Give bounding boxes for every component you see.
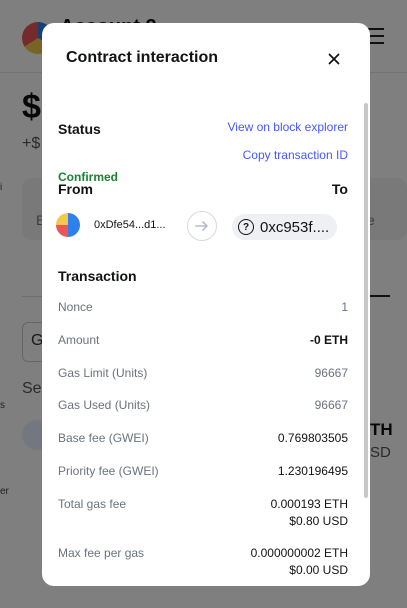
priority-fee-label: Priority fee (GWEI) <box>58 464 159 478</box>
arrow-right-icon <box>187 211 217 241</box>
to-label: To <box>331 181 348 197</box>
nonce-label: Nonce <box>58 300 93 314</box>
modal-content[interactable]: Status View on block explorer Confirmed … <box>42 93 362 586</box>
gas-used-label: Gas Used (Units) <box>58 398 151 412</box>
max-fee-label: Max fee per gas <box>58 546 145 560</box>
status-label: Status <box>58 121 101 137</box>
gas-used-value: 96667 <box>314 398 348 412</box>
max-fee-eth: 0.000000002 ETH <box>250 546 348 560</box>
copy-tx-id-link[interactable]: Copy transaction ID <box>243 148 348 162</box>
nonce-value: 1 <box>341 300 348 314</box>
view-explorer-link[interactable]: View on block explorer <box>227 120 348 134</box>
max-fee-value: 0.000000002 ETH $0.00 USD <box>251 545 348 579</box>
priority-fee-value: 1.230196495 <box>277 464 348 478</box>
from-address-text: 0xDfe54...d1... <box>94 219 166 231</box>
amount-label: Amount <box>58 333 100 347</box>
modal-header: Contract interaction <box>42 23 370 93</box>
scrollbar[interactable] <box>364 103 368 498</box>
base-fee-value: 0.769803505 <box>277 431 348 445</box>
total-gas-fee-value: 0.000193 ETH $0.80 USD <box>271 496 348 530</box>
total-gas-fee-eth: 0.000193 ETH <box>270 497 348 511</box>
amount-value: -0 ETH <box>309 333 348 347</box>
from-avatar <box>56 213 80 237</box>
max-fee-usd: $0.00 USD <box>289 563 348 577</box>
transaction-details-modal: Contract interaction Status View on bloc… <box>42 23 370 586</box>
to-address-text: 0xc953f.... <box>260 218 330 236</box>
modal-title: Contract interaction <box>66 49 219 66</box>
gas-limit-value: 96667 <box>314 366 348 380</box>
gas-limit-label: Gas Limit (Units) <box>58 366 148 380</box>
close-button[interactable] <box>324 49 344 69</box>
total-gas-fee-usd: $0.80 USD <box>289 514 348 528</box>
from-address[interactable]: 0xDfe54...d1... <box>56 213 166 237</box>
question-icon: ? <box>238 219 254 235</box>
total-gas-fee-label: Total gas fee <box>58 497 127 511</box>
from-label: From <box>58 181 93 197</box>
base-fee-label: Base fee (GWEI) <box>58 431 149 445</box>
close-icon <box>328 53 340 65</box>
transaction-label: Transaction <box>58 268 137 284</box>
to-address[interactable]: ? 0xc953f.... <box>232 214 338 240</box>
